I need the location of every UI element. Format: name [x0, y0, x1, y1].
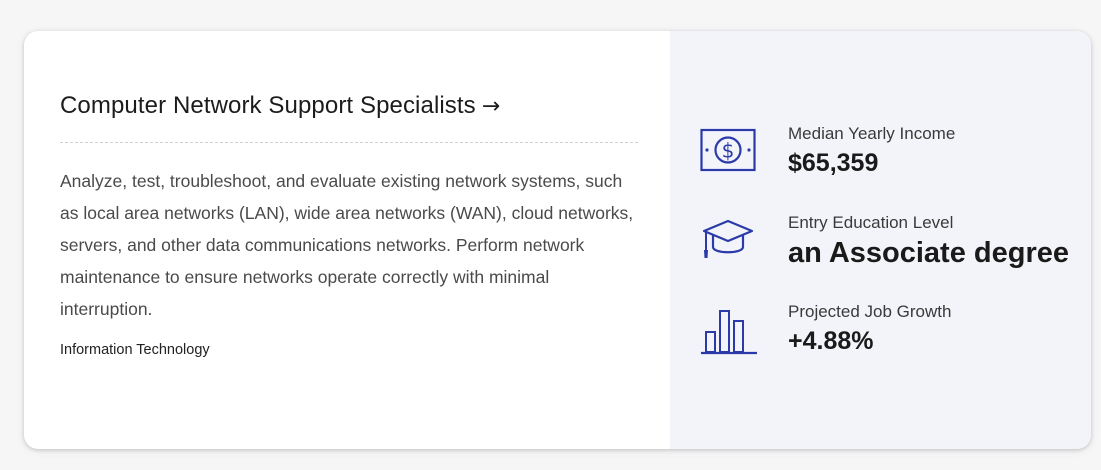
stat-entry-education: Entry Education Level an Associate degre… — [700, 212, 1091, 301]
stats-panel: $ Median Yearly Income $65,359 Entry Edu… — [670, 31, 1091, 449]
bar-chart-icon — [701, 310, 757, 355]
dollar-bill-icon: $ — [700, 128, 756, 172]
occupation-title-text: Computer Network Support Specialists — [60, 92, 476, 119]
stat-value: $65,359 — [788, 149, 879, 177]
occupation-description: Analyze, test, troubleshoot, and evaluat… — [60, 171, 634, 319]
occupation-title: Computer Network Support Specialists → — [60, 89, 500, 124]
stat-text: Projected Job Growth +4.88% — [788, 301, 951, 358]
graduation-cap-icon — [702, 219, 754, 258]
stat-label: Median Yearly Income — [788, 124, 956, 143]
occupation-category: Information Technology — [60, 342, 210, 358]
svg-text:$: $ — [722, 139, 735, 163]
stat-label: Projected Job Growth — [788, 302, 952, 321]
stat-value: +4.88% — [788, 327, 874, 355]
arrow-right-icon: → — [481, 94, 501, 119]
stat-text: Entry Education Level an Associate degre… — [788, 212, 1069, 271]
occupation-card: Computer Network Support Specialists → An… — [24, 31, 1091, 449]
stat-text: Median Yearly Income $65,359 — [788, 123, 955, 180]
occupation-title-link[interactable]: Computer Network Support Specialists → — [60, 89, 500, 124]
stat-job-growth: Projected Job Growth +4.88% — [700, 301, 1091, 390]
occupation-summary: Computer Network Support Specialists → An… — [24, 31, 670, 449]
dashed-divider — [60, 142, 638, 143]
stat-value: an Associate degree — [788, 237, 1069, 269]
page: Computer Network Support Specialists → An… — [0, 0, 1101, 470]
stat-label: Entry Education Level — [788, 213, 954, 232]
stat-median-income: $ Median Yearly Income $65,359 — [700, 123, 1091, 212]
